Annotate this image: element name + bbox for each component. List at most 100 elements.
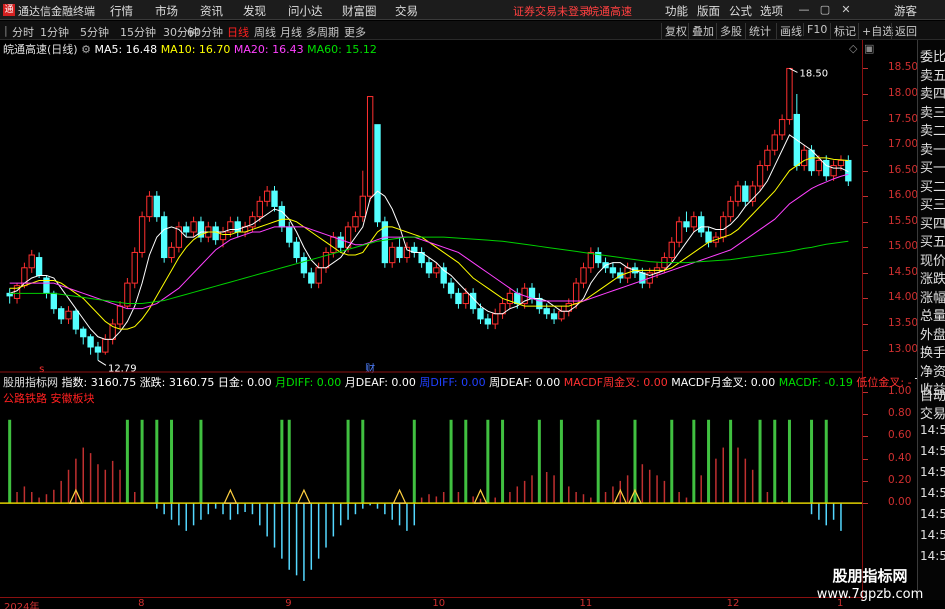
- candle-body: [300, 257, 308, 274]
- indicator-green-spike: [449, 419, 453, 504]
- stock-tab[interactable]: 皖通高速: [588, 3, 632, 19]
- side-label[interactable]: 涨幅: [920, 287, 945, 306]
- period-tab[interactable]: 多周期: [306, 24, 339, 40]
- indicator-green-spike: [670, 419, 674, 504]
- candle-body: [815, 159, 823, 172]
- menu-trade[interactable]: 交易: [395, 3, 418, 19]
- period-tab[interactable]: 周线: [254, 24, 276, 40]
- candle-body: [668, 241, 675, 259]
- menu-formula[interactable]: 公式: [729, 3, 752, 19]
- candle-body: [183, 226, 190, 233]
- tool-back[interactable]: 返回: [891, 23, 917, 39]
- toolbar-handle-icon[interactable]: |: [4, 24, 8, 37]
- chart-area[interactable]: 18.5012.79s 财: [0, 40, 862, 597]
- indicator-tick-label: 0.60: [888, 429, 912, 442]
- period-tab[interactable]: 5分钟: [80, 24, 109, 40]
- side-label[interactable]: 净资: [920, 361, 945, 380]
- close-icon[interactable]: ✕: [837, 2, 855, 17]
- menu-wealth[interactable]: 财富圈: [342, 3, 377, 19]
- indicator-green-spike: [155, 419, 159, 504]
- period-tab-active[interactable]: 日线: [227, 24, 249, 40]
- candle-body: [572, 282, 580, 305]
- candle-body: [675, 221, 683, 243]
- candle-body: [315, 267, 322, 284]
- indicator-green-spike: [199, 419, 203, 504]
- menu-function[interactable]: 功能: [665, 3, 688, 19]
- side-label[interactable]: 买五: [920, 231, 945, 250]
- candle-body: [234, 221, 241, 233]
- side-label[interactable]: 卖四: [920, 83, 945, 102]
- side-label[interactable]: 买二: [920, 176, 945, 195]
- user-label[interactable]: 游客: [894, 3, 917, 19]
- period-tab[interactable]: 分时: [12, 24, 34, 40]
- side-label-auto-trade[interactable]: 自动: [920, 385, 945, 404]
- candle-body: [492, 313, 499, 325]
- candle-body: [455, 292, 462, 305]
- app-window: { "titlebar":{ "app_title":"通达信金融终端", "m…: [0, 0, 945, 609]
- side-label[interactable]: 换手: [920, 342, 945, 361]
- side-label[interactable]: 外盘: [920, 324, 945, 343]
- menu-options[interactable]: 选项: [760, 3, 783, 19]
- tool-add-watchlist[interactable]: +自选: [858, 23, 893, 39]
- side-label[interactable]: 现价: [920, 250, 945, 269]
- trade-login-notice[interactable]: 证券交易未登录: [513, 3, 590, 19]
- menu-layout[interactable]: 版面: [697, 3, 720, 19]
- indicator-value: 指数: 3160.75: [61, 376, 140, 389]
- side-label[interactable]: 卖五: [920, 65, 945, 84]
- side-label-auto-trade[interactable]: 交易: [920, 403, 945, 422]
- side-label[interactable]: 总量: [920, 305, 945, 324]
- tool-draw-line[interactable]: 画线: [776, 23, 802, 39]
- indicator-triangle: [223, 488, 238, 504]
- side-label[interactable]: 卖三: [920, 102, 945, 121]
- side-label[interactable]: 买三: [920, 194, 945, 213]
- indicator-green-spike: [773, 419, 777, 504]
- indicator-tick: [863, 480, 868, 482]
- indicator-value: 周DEAF: 0.00: [489, 376, 564, 389]
- minimize-icon[interactable]: —: [795, 2, 813, 17]
- tool-restore-rights[interactable]: 复权: [661, 23, 687, 39]
- indicator-tick: [863, 503, 868, 505]
- candle-body: [823, 159, 830, 177]
- menu-market[interactable]: 市场: [155, 3, 178, 19]
- menu-discover[interactable]: 发现: [243, 3, 266, 19]
- candle-body: [293, 241, 300, 259]
- tool-multi-stock[interactable]: 多股: [716, 23, 742, 39]
- side-label[interactable]: 买一: [920, 157, 945, 176]
- price-tick: [863, 247, 868, 249]
- period-tab[interactable]: 15分钟: [120, 24, 156, 40]
- price-axis: 18.50 18.00 17.50 17.00 16.50 16.00 15.50 15.00…: [862, 40, 919, 600]
- side-label[interactable]: 涨跌: [920, 268, 945, 287]
- candle-body: [146, 195, 153, 218]
- tool-statistics[interactable]: 统计: [745, 23, 771, 39]
- menu-news[interactable]: 资讯: [200, 3, 223, 19]
- maximize-icon[interactable]: ▢: [816, 2, 834, 17]
- side-label[interactable]: 委比: [920, 46, 945, 65]
- indicator-note: 公路铁路 安徽板块: [3, 392, 95, 405]
- menu-ask[interactable]: 问小达: [288, 3, 323, 19]
- indicator-value: 月DIFF: 0.00: [275, 376, 345, 389]
- side-time-label: 14:56: [920, 465, 945, 479]
- tool-overlay[interactable]: 叠加: [688, 23, 714, 39]
- candle-body: [580, 267, 587, 284]
- quote-side-panel: 委比 卖五 卖四 卖三 卖二 卖一 买一 买二 买三 买四 买五 现价 涨跌 涨幅 总量 外盘 换手 净资 收益 自动…: [917, 40, 945, 600]
- side-label[interactable]: 卖一: [920, 139, 945, 158]
- candle-body: [447, 282, 455, 294]
- price-tick-label: 18.00: [888, 87, 919, 99]
- price-tick-label: 15.00: [888, 240, 919, 253]
- tool-mark[interactable]: 标记: [830, 23, 856, 39]
- period-tab-more[interactable]: 更多: [344, 24, 366, 40]
- price-tick: [863, 94, 868, 95]
- indicator-green-spike: [559, 419, 563, 504]
- candle-body: [720, 216, 727, 238]
- watermark-title: 股朋指标网: [832, 567, 908, 585]
- side-label[interactable]: 卖二: [920, 120, 945, 139]
- side-label[interactable]: 买四: [920, 213, 945, 232]
- period-tab[interactable]: 1分钟: [40, 24, 69, 40]
- menu-quotes[interactable]: 行情: [110, 3, 133, 19]
- candle-body: [705, 231, 712, 243]
- tool-f10[interactable]: F10: [803, 23, 827, 36]
- date-axis: 2024年 8 9 10 11 12 1: [0, 597, 862, 609]
- period-tab[interactable]: 60分钟: [187, 24, 223, 40]
- price-tick-label: 18.50: [888, 61, 919, 74]
- period-tab[interactable]: 月线: [280, 24, 302, 40]
